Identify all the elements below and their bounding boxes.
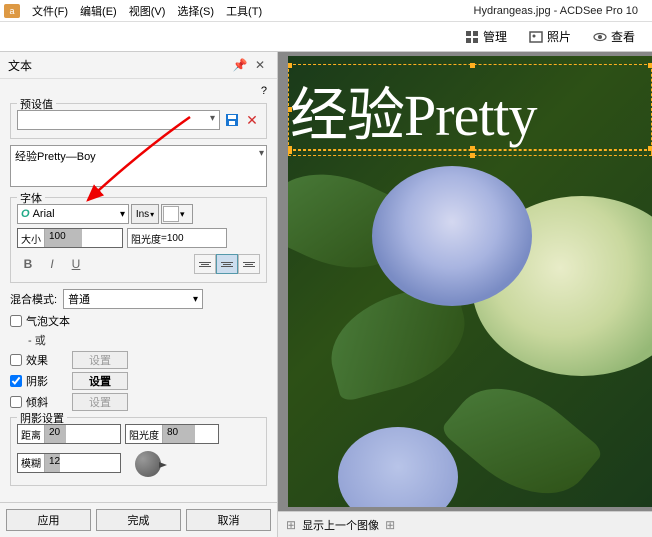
align-left-button[interactable] — [194, 254, 216, 274]
effect-label: 效果 — [26, 352, 48, 368]
image-canvas[interactable]: 经验Pretty — [288, 56, 652, 507]
photo-icon — [529, 30, 543, 44]
size-value: 100 — [49, 231, 66, 242]
distance-label: 距离 — [18, 425, 45, 443]
apply-button[interactable]: 应用 — [6, 509, 91, 531]
preset-dropdown[interactable] — [17, 110, 220, 130]
size-label: 大小 — [18, 229, 45, 247]
shadow-checkbox[interactable] — [10, 375, 22, 387]
tab-photos-label: 照片 — [547, 28, 571, 45]
window-title: Hydrangeas.jpg - ACDSee Pro 10 — [474, 5, 638, 17]
align-right-button[interactable] — [238, 254, 260, 274]
opacity-slider[interactable]: 阻光度 = 100 — [127, 228, 227, 248]
align-center-button[interactable] — [216, 254, 238, 274]
distance-value: 20 — [49, 427, 60, 438]
preset-group: 预设值 ✕ — [10, 103, 267, 139]
text-input-value: 经验Pretty—Boy — [15, 151, 96, 163]
effect-checkbox[interactable] — [10, 354, 22, 366]
shadow-opacity-slider[interactable]: 阻光度 80 — [125, 424, 219, 444]
help-icon[interactable]: ? — [261, 85, 267, 97]
view-tabs: 管理 照片 查看 — [0, 22, 652, 52]
font-name-value: Arial — [33, 208, 55, 220]
panel-header: 文本 📌 ✕ — [0, 52, 277, 79]
shadow-settings-group: 阴影设置 距离 20 阻光度 80 模糊 12 — [10, 417, 267, 486]
font-dropdown[interactable]: O Arial — [17, 204, 129, 224]
text-overlay[interactable]: 经验Pretty — [290, 68, 652, 152]
app-logo-icon: a — [4, 4, 20, 18]
opacity-label: 阻光度 = 100 — [128, 229, 187, 247]
tab-view-label: 查看 — [611, 28, 635, 45]
delete-icon[interactable]: ✕ — [244, 112, 260, 128]
eye-icon — [593, 30, 607, 44]
menu-view[interactable]: 视图(V) — [123, 3, 172, 19]
text-panel: 文本 📌 ✕ ? 预设值 ✕ 经验Pretty—Boy ▾ 字体 — [0, 52, 278, 537]
effect-set-button[interactable]: 设置 — [72, 351, 128, 369]
blend-dropdown[interactable]: 普通 — [63, 289, 203, 309]
menu-select[interactable]: 选择(S) — [171, 3, 220, 19]
preview-area: 经验Pretty ⊞ 显示上一个图像 ⊞ — [278, 52, 652, 537]
distance-slider[interactable]: 距离 20 — [17, 424, 121, 444]
blend-label: 混合模式: — [10, 291, 57, 307]
shadow-opacity-value: 80 — [167, 427, 178, 438]
close-icon[interactable]: ✕ — [251, 56, 269, 74]
image-content — [338, 427, 458, 507]
shadow-label: 阴影 — [26, 373, 48, 389]
tab-view[interactable]: 查看 — [582, 24, 646, 49]
menu-edit[interactable]: 编辑(E) — [74, 3, 123, 19]
blend-value: 普通 — [68, 291, 90, 307]
image-content — [439, 362, 604, 507]
shadow-opacity-label: 阻光度 — [126, 425, 163, 443]
skew-set-button[interactable]: 设置 — [72, 393, 128, 411]
done-button[interactable]: 完成 — [96, 509, 181, 531]
bubble-checkbox[interactable] — [10, 315, 22, 327]
blur-label: 模糊 — [18, 454, 45, 472]
color-picker[interactable] — [161, 204, 193, 224]
font-group: 字体 O Arial Ins 大小 100 阻光度 = 100 — [10, 197, 267, 283]
panel-title: 文本 — [8, 57, 32, 74]
blur-value: 12 — [49, 456, 60, 467]
skew-label: 倾斜 — [26, 394, 48, 410]
tab-manage-label: 管理 — [483, 28, 507, 45]
blur-slider[interactable]: 模糊 12 — [17, 453, 121, 473]
next-grid-icon[interactable]: ⊞ — [385, 518, 395, 532]
pin-icon[interactable]: 📌 — [231, 56, 249, 74]
insert-button[interactable]: Ins — [131, 204, 159, 224]
menu-file[interactable]: 文件(F) — [26, 3, 74, 19]
shadow-set-button[interactable]: 设置 — [72, 372, 128, 390]
text-input[interactable]: 经验Pretty—Boy ▾ — [10, 145, 267, 187]
menu-tools[interactable]: 工具(T) — [220, 3, 268, 19]
menubar: a 文件(F) 编辑(E) 视图(V) 选择(S) 工具(T) Hydrange… — [0, 0, 652, 22]
tab-photos[interactable]: 照片 — [518, 24, 582, 49]
or-text: - 或 — [28, 332, 267, 348]
angle-dial[interactable] — [135, 451, 161, 477]
color-swatch — [163, 206, 179, 222]
footer-label: 显示上一个图像 — [302, 517, 379, 533]
bold-button[interactable]: B — [17, 254, 39, 274]
save-icon[interactable] — [224, 112, 240, 128]
bubble-label: 气泡文本 — [26, 313, 70, 329]
grid-icon — [465, 30, 479, 44]
cancel-button[interactable]: 取消 — [186, 509, 271, 531]
skew-checkbox[interactable] — [10, 396, 22, 408]
size-slider[interactable]: 大小 100 — [17, 228, 123, 248]
prev-grid-icon[interactable]: ⊞ — [286, 518, 296, 532]
italic-button[interactable]: I — [41, 254, 63, 274]
tab-manage[interactable]: 管理 — [454, 24, 518, 49]
preview-footer: ⊞ 显示上一个图像 ⊞ — [278, 511, 652, 537]
image-content — [372, 166, 532, 306]
underline-button[interactable]: U — [65, 254, 87, 274]
